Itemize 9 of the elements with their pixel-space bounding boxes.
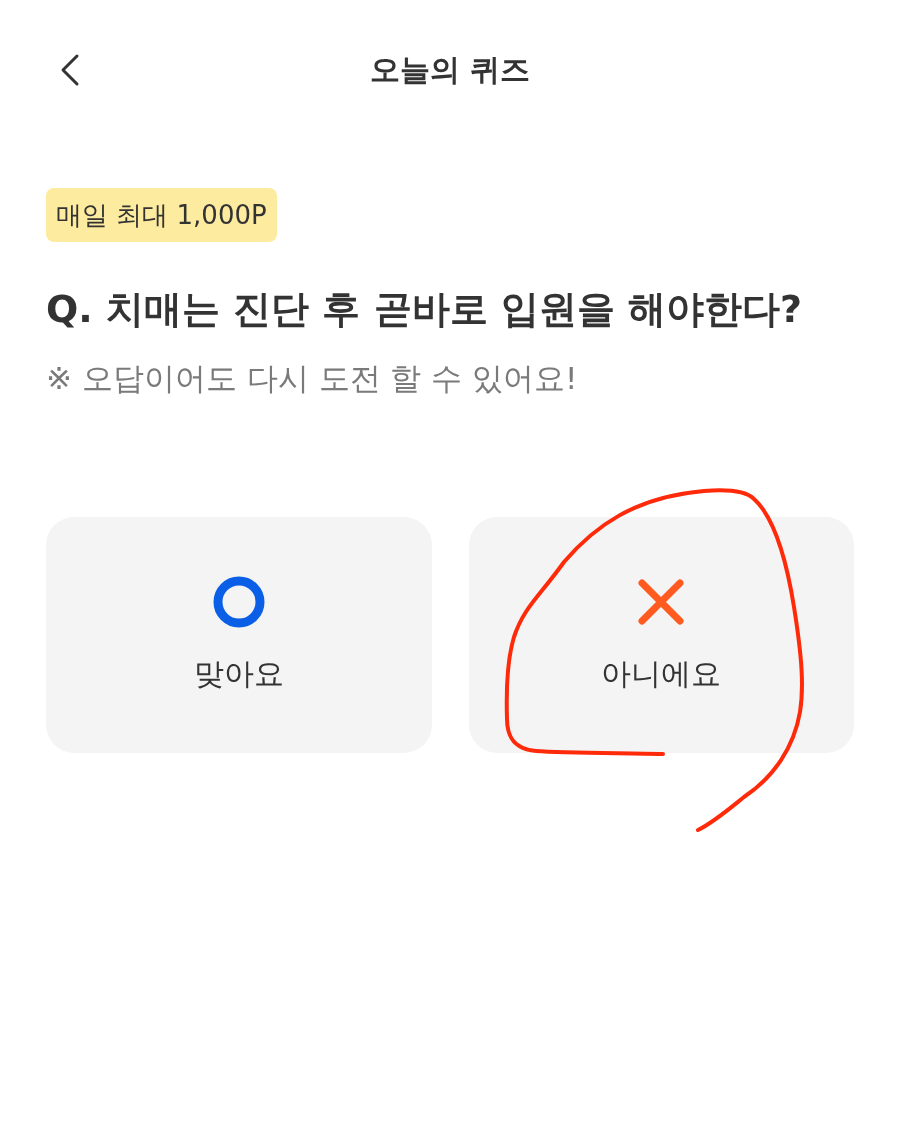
retry-note: ※ 오답이어도 다시 도전 할 수 있어요! (46, 359, 578, 398)
back-icon (60, 53, 80, 87)
question-text: Q. 치매는 진단 후 곧바로 입원을 해야한다? (46, 286, 803, 333)
answer-button[interactable]: 맞아요 (46, 517, 432, 753)
screen-title: 오늘의 퀴즈 (369, 51, 531, 89)
points-badge: 매일 최대 1,000P (46, 188, 277, 242)
cross-icon (638, 576, 685, 628)
answer-button[interactable]: 아니에요 (468, 517, 854, 753)
ring-icon (212, 576, 265, 628)
